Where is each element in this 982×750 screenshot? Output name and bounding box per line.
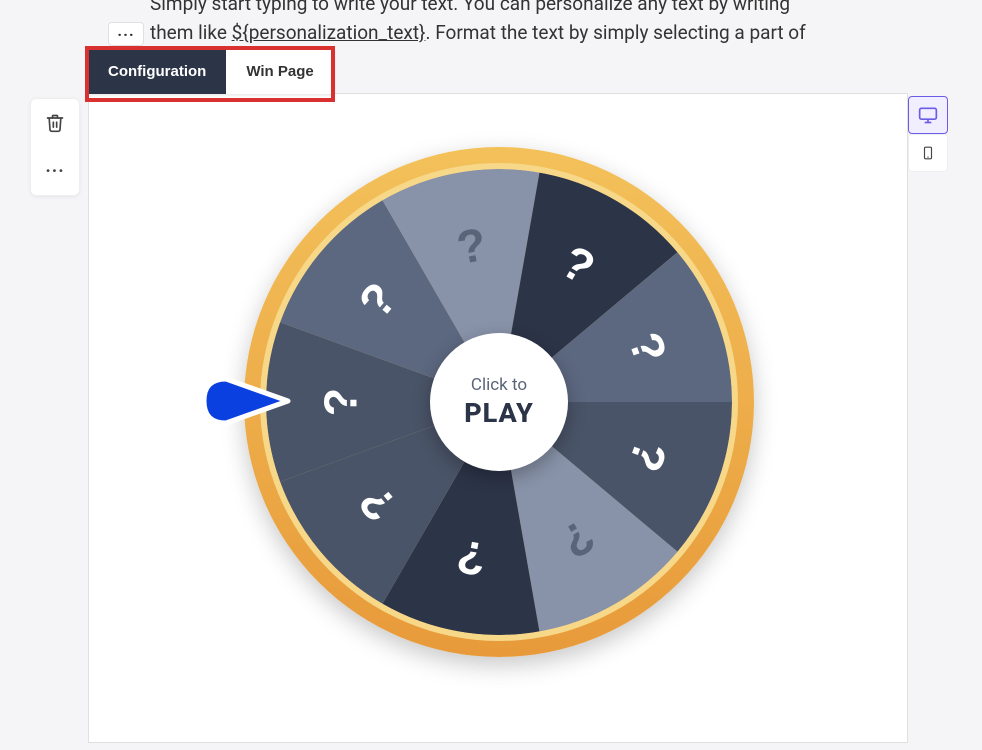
preview-canvas: ????????? Click to PLAY: [88, 93, 908, 743]
mobile-preview-button[interactable]: [908, 134, 948, 172]
tab-configuration[interactable]: Configuration: [88, 49, 226, 94]
segment-label-0: ?: [315, 388, 367, 416]
help-text: Simply start typing to write your text. …: [150, 0, 870, 47]
tab-win-page[interactable]: Win Page: [226, 49, 333, 94]
more-options-button[interactable]: ···: [31, 147, 79, 195]
device-preview-toolbar: [908, 96, 948, 172]
left-toolbar: ···: [30, 98, 80, 196]
wheel-pointer: [200, 375, 292, 431]
trash-icon: [45, 113, 65, 133]
help-line-2c: . Format the text by simply selecting a …: [425, 21, 805, 44]
tabs: Configuration Win Page: [88, 49, 334, 94]
hub-play-label: PLAY: [464, 397, 534, 429]
help-line-1: Simply start typing to write your text. …: [150, 0, 790, 15]
desktop-preview-button[interactable]: [908, 96, 948, 134]
hub-click-to-label: Click to: [471, 375, 527, 395]
personalization-placeholder: ${personalization_text}: [232, 21, 426, 44]
help-line-2a: them like: [150, 21, 232, 44]
desktop-icon: [918, 105, 938, 125]
dots-horizontal-icon: ···: [45, 161, 64, 182]
more-options-badge[interactable]: ···: [108, 22, 144, 46]
spin-wheel: ????????? Click to PLAY: [244, 147, 754, 657]
wheel-play-button[interactable]: Click to PLAY: [430, 333, 568, 471]
delete-button[interactable]: [31, 99, 79, 147]
mobile-icon: [921, 143, 935, 163]
ellipsis-icon: ···: [117, 25, 134, 44]
